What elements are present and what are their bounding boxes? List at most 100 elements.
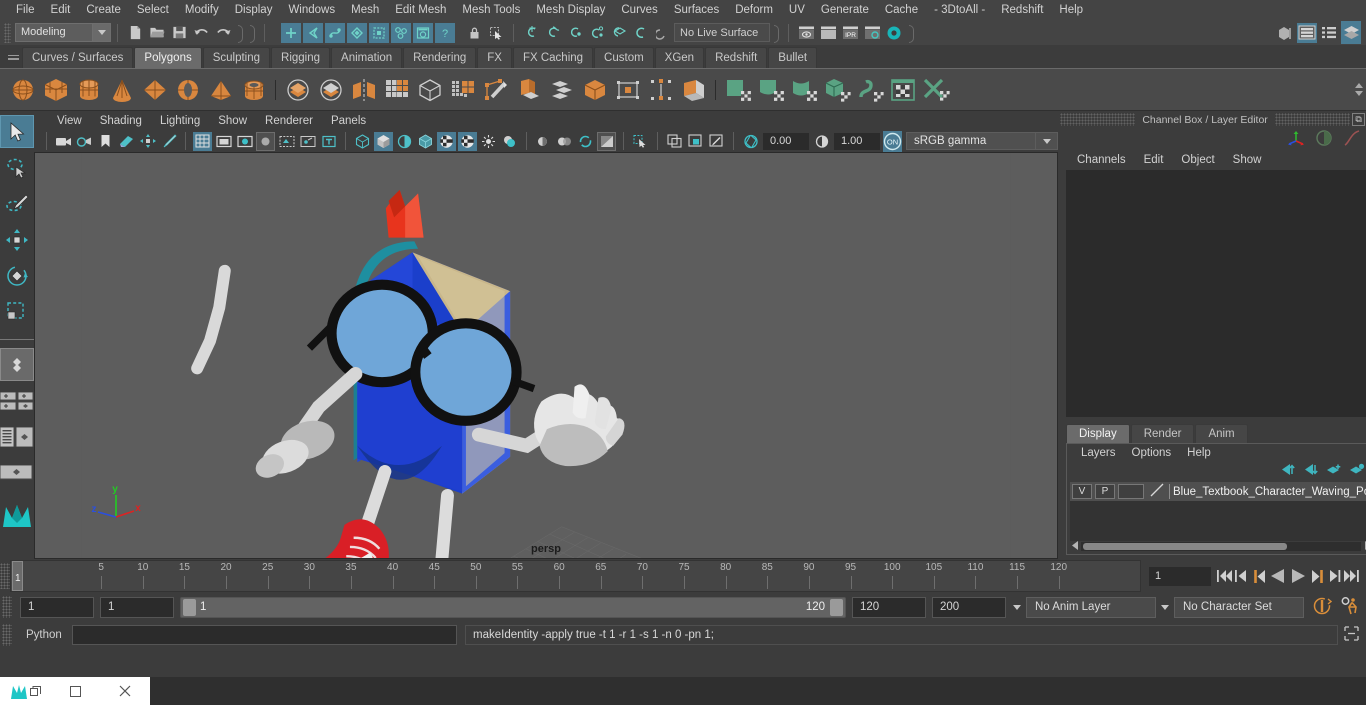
new-layer-from-selected-icon[interactable] <box>1349 463 1365 479</box>
time-slider-track[interactable]: 5101520253035404550556065707580859095100… <box>10 560 1141 592</box>
maximize-window-icon[interactable] <box>50 677 100 705</box>
time-slider-playhead[interactable]: 1 <box>12 561 23 591</box>
channelbox-menu-show[interactable]: Show <box>1224 154 1271 166</box>
shelf-tab-polygons[interactable]: Polygons <box>134 47 201 68</box>
uv-cylindrical-icon[interactable] <box>787 72 820 108</box>
anim-start-field[interactable]: 1 <box>20 597 94 618</box>
new-scene-icon[interactable] <box>125 23 145 43</box>
menu-select[interactable]: Select <box>129 0 177 20</box>
playback-start-field[interactable]: 1 <box>100 597 174 618</box>
scroll-left-icon[interactable] <box>1070 541 1081 553</box>
isolate-select-icon[interactable] <box>631 132 650 151</box>
uv-checker-icon[interactable] <box>886 72 919 108</box>
select-by-component-icon[interactable] <box>325 23 345 43</box>
scale-tool[interactable] <box>0 295 34 328</box>
hardware-texturing-icon[interactable] <box>458 132 477 151</box>
anim-end-field[interactable]: 200 <box>932 597 1006 618</box>
select-help-icon[interactable]: ? <box>435 23 455 43</box>
poly-cube-icon[interactable] <box>39 72 72 108</box>
close-window-icon[interactable] <box>100 677 150 705</box>
character-set-chevron-icon[interactable] <box>1156 597 1174 618</box>
channelbox-menu-edit[interactable]: Edit <box>1135 154 1173 166</box>
hypergraph-persp-layout[interactable] <box>0 456 34 489</box>
snap-live-icon[interactable] <box>653 23 673 43</box>
command-input[interactable] <box>72 625 457 645</box>
anim-layer-chevron-icon[interactable] <box>1008 597 1026 618</box>
layer-tab-render[interactable]: Render <box>1131 424 1195 443</box>
extract-icon[interactable] <box>413 72 446 108</box>
resolution-gate-icon[interactable] <box>235 132 254 151</box>
go-to-start-icon[interactable] <box>1216 566 1233 586</box>
move-tool[interactable] <box>0 223 34 256</box>
color-space-selector[interactable]: sRGB gamma <box>906 132 1036 150</box>
viewport-menu-shading[interactable]: Shading <box>91 115 151 127</box>
fill-hole-icon[interactable] <box>611 72 644 108</box>
scroll-right-icon[interactable] <box>1361 541 1366 553</box>
color-management-toggle-icon[interactable]: ON <box>883 131 902 152</box>
anim-layer-selector[interactable]: No Anim Layer <box>1026 597 1156 618</box>
outliner-icon[interactable] <box>1319 23 1339 43</box>
menu-redshift[interactable]: Redshift <box>993 0 1051 20</box>
select-mask-icon[interactable] <box>391 23 411 43</box>
lock-camera-icon[interactable] <box>75 132 94 151</box>
layer-color-swatch-icon[interactable] <box>1149 482 1165 501</box>
move-layer-down-icon[interactable] <box>1303 463 1319 479</box>
lasso-select-tool[interactable] <box>0 151 34 184</box>
snap-grid-icon[interactable] <box>521 23 541 43</box>
exposure-value[interactable]: 0.00 <box>763 133 809 150</box>
menu-windows[interactable]: Windows <box>280 0 343 20</box>
shelf-tab-animation[interactable]: Animation <box>331 47 402 68</box>
use-all-lights-icon[interactable] <box>479 132 498 151</box>
channel-box-icon[interactable] <box>1341 21 1361 44</box>
open-scene-icon[interactable] <box>147 23 167 43</box>
render-settings-icon[interactable] <box>862 23 882 43</box>
selection-mode-icon[interactable] <box>486 23 506 43</box>
snap-curve-icon[interactable] <box>543 23 563 43</box>
paint-select-tool[interactable] <box>0 187 34 220</box>
new-layer-icon[interactable] <box>1326 463 1342 479</box>
wireframe-on-shaded-icon[interactable] <box>416 132 435 151</box>
channel-box-list[interactable] <box>1066 170 1366 417</box>
shelf-menu-icon[interactable] <box>4 46 22 68</box>
anti-alias-icon[interactable] <box>576 132 595 151</box>
playback-end-field[interactable]: 120 <box>852 597 926 618</box>
layer-tab-display[interactable]: Display <box>1066 424 1130 443</box>
select-by-hierarchy-icon[interactable] <box>281 23 301 43</box>
exposure-icon[interactable] <box>741 132 760 151</box>
menu-mesh[interactable]: Mesh <box>343 0 387 20</box>
snap-point-icon[interactable] <box>565 23 585 43</box>
select-by-object-icon[interactable] <box>303 23 323 43</box>
shelf-tab-custom[interactable]: Custom <box>594 47 654 68</box>
menu-help[interactable]: Help <box>1051 0 1091 20</box>
uv-planar-icon[interactable] <box>754 72 787 108</box>
shelf-tab-xgen[interactable]: XGen <box>655 47 704 68</box>
attribute-editor-icon[interactable] <box>1297 23 1317 43</box>
poly-plane-icon[interactable] <box>138 72 171 108</box>
viewport-menu-show[interactable]: Show <box>209 115 256 127</box>
two-d-pan-zoom-icon[interactable] <box>138 132 157 151</box>
viewport-menu-view[interactable]: View <box>48 115 91 127</box>
snap-projected-icon[interactable] <box>587 23 607 43</box>
bookmark-icon[interactable] <box>96 132 115 151</box>
timeslider-gripper[interactable] <box>0 563 10 589</box>
xray-icon[interactable] <box>277 132 296 151</box>
channelbox-menu-object[interactable]: Object <box>1172 154 1223 166</box>
quad-draw-icon[interactable] <box>578 72 611 108</box>
shelf-tab-fx-caching[interactable]: FX Caching <box>513 47 593 68</box>
image-plane-icon[interactable] <box>117 132 136 151</box>
transform-manip-icon[interactable] <box>1287 129 1305 150</box>
uv-automatic-icon[interactable] <box>820 72 853 108</box>
command-expand-icon[interactable] <box>1344 626 1359 644</box>
wireframe-shading-icon[interactable] <box>353 132 372 151</box>
combine-icon[interactable] <box>314 72 347 108</box>
gamma-value[interactable]: 1.00 <box>834 133 880 150</box>
move-layer-up-icon[interactable] <box>1280 463 1296 479</box>
3d-viewport[interactable]: y x z persp <box>34 152 1058 559</box>
grease-pencil-icon[interactable] <box>159 132 178 151</box>
undo-icon[interactable] <box>191 23 211 43</box>
shelf-tab-sculpting[interactable]: Sculpting <box>203 47 270 68</box>
poly-pipe-icon[interactable] <box>237 72 270 108</box>
shelf-tab-curves-surfaces[interactable]: Curves / Surfaces <box>22 47 133 68</box>
viewport-menu-panels[interactable]: Panels <box>322 115 375 127</box>
append-icon[interactable] <box>545 72 578 108</box>
